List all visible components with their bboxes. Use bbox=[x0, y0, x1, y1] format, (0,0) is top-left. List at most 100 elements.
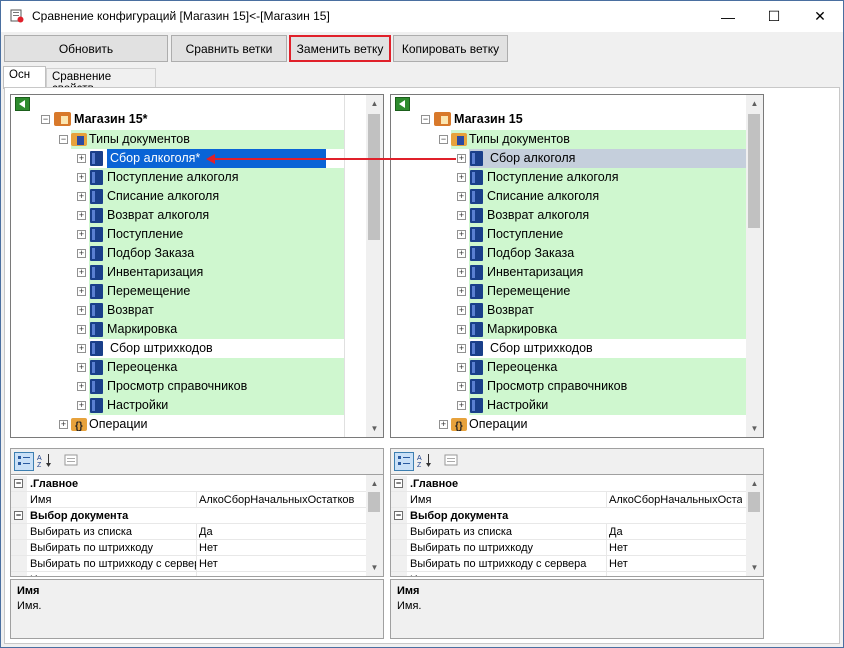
alphabetical-sort-button[interactable]: AZ bbox=[416, 452, 436, 471]
back-arrow-icon[interactable] bbox=[395, 97, 410, 111]
close-button[interactable]: ✕ bbox=[797, 1, 843, 32]
scroll-down-icon[interactable]: ▼ bbox=[746, 559, 763, 576]
maximize-button[interactable]: ☐ bbox=[751, 1, 797, 32]
property-value[interactable]: Да bbox=[609, 524, 742, 540]
property-value[interactable]: Нет bbox=[609, 540, 742, 556]
property-value[interactable]: Нет bbox=[609, 556, 742, 572]
tree-node-document-type[interactable]: + Маркировка bbox=[73, 320, 343, 339]
collapse-icon[interactable]: − bbox=[394, 479, 403, 488]
tree-node-document-type[interactable]: + Возврат алкоголя bbox=[453, 206, 723, 225]
expand-icon[interactable]: + bbox=[77, 382, 86, 391]
property-row[interactable]: Имя АлкоСборНачальныхОстатков bbox=[11, 492, 366, 508]
expand-icon[interactable]: + bbox=[457, 154, 466, 163]
property-category[interactable]: − .Главное bbox=[391, 476, 746, 492]
property-row[interactable]: Выбирать по штрихкоду с сервера Нет bbox=[11, 556, 366, 572]
property-pages-button[interactable] bbox=[442, 452, 462, 471]
tree-node-document-type[interactable]: + Возврат bbox=[73, 301, 343, 320]
collapse-icon[interactable]: − bbox=[14, 479, 23, 488]
tree-node-document-type[interactable]: + Сбор штрихкодов bbox=[453, 339, 723, 358]
expand-icon[interactable]: + bbox=[77, 363, 86, 372]
expand-icon[interactable]: + bbox=[457, 230, 466, 239]
expand-icon[interactable]: + bbox=[457, 382, 466, 391]
tree-node-document-type[interactable]: + Настройки bbox=[73, 396, 343, 415]
expand-icon[interactable]: + bbox=[457, 363, 466, 372]
expand-icon[interactable]: + bbox=[457, 192, 466, 201]
property-row[interactable]: Выбирать по штрихкоду Нет bbox=[11, 540, 366, 556]
expand-icon[interactable]: + bbox=[457, 211, 466, 220]
expand-icon[interactable]: + bbox=[77, 268, 86, 277]
right-property-grid[interactable]: −.ГлавноеИмяАлкоСборНачальныхОстатков−Вы… bbox=[390, 474, 764, 577]
expand-icon[interactable]: + bbox=[457, 325, 466, 334]
tree-node-document-type[interactable]: + Инвентаризация bbox=[453, 263, 723, 282]
tree-node-document-type[interactable]: + Подбор Заказа bbox=[73, 244, 343, 263]
scroll-thumb[interactable] bbox=[368, 492, 380, 512]
tree-node-document-type[interactable]: + Списание алкоголя bbox=[73, 187, 343, 206]
expand-icon[interactable]: + bbox=[77, 287, 86, 296]
scroll-up-icon[interactable]: ▲ bbox=[366, 95, 383, 112]
expand-icon[interactable]: + bbox=[77, 325, 86, 334]
expand-icon[interactable]: + bbox=[457, 344, 466, 353]
compare-branches-button[interactable]: Сравнить ветки bbox=[171, 35, 287, 62]
property-row[interactable]: Выбирать из списка Да bbox=[11, 524, 366, 540]
scroll-up-icon[interactable]: ▲ bbox=[746, 475, 763, 492]
right-tree[interactable]: − Магазин 15 − Типы документов + Сбор алк… bbox=[390, 94, 764, 438]
property-pages-button[interactable] bbox=[62, 452, 82, 471]
property-value[interactable]: Нет bbox=[199, 540, 362, 556]
collapse-icon[interactable]: − bbox=[421, 115, 430, 124]
tree-node-document-type[interactable]: + Списание алкоголя bbox=[453, 187, 723, 206]
property-row[interactable]: Имя колонки bbox=[11, 572, 366, 576]
expand-icon[interactable]: + bbox=[457, 287, 466, 296]
back-arrow-icon[interactable] bbox=[15, 97, 30, 111]
left-property-grid[interactable]: − .Главное Имя АлкоСборНачальныхОстатков − Вы… bbox=[10, 474, 384, 577]
expand-icon[interactable]: + bbox=[77, 211, 86, 220]
tree-root[interactable]: − Магазин 15* bbox=[37, 110, 357, 129]
tab-main[interactable]: Осн bbox=[3, 66, 46, 89]
tree-node-document-type[interactable]: + Переоценка bbox=[453, 358, 723, 377]
property-row[interactable]: Имя АлкоСборНачальныхОстатков bbox=[391, 492, 746, 508]
left-tree-scrollbar[interactable]: ▲ ▼ bbox=[366, 95, 383, 437]
expand-icon[interactable]: + bbox=[77, 173, 86, 182]
property-category[interactable]: − Выбор документа bbox=[391, 508, 746, 524]
property-row[interactable]: Выбирать по штрихкоду Нет bbox=[391, 540, 746, 556]
expand-icon[interactable]: + bbox=[77, 230, 86, 239]
tree-node-doc-types[interactable]: − Типы документов bbox=[55, 130, 335, 149]
collapse-icon[interactable]: − bbox=[59, 135, 68, 144]
expand-icon[interactable]: + bbox=[59, 420, 68, 429]
tree-node-document-type[interactable]: + Сбор алкоголя bbox=[453, 149, 723, 168]
refresh-button[interactable]: Обновить bbox=[4, 35, 168, 62]
tree-node-document-type[interactable]: + Просмотр справочников bbox=[453, 377, 723, 396]
collapse-icon[interactable]: − bbox=[14, 511, 23, 520]
tree-node-document-type[interactable]: + Подбор Заказа bbox=[453, 244, 723, 263]
property-row[interactable]: Выбирать из списка Да bbox=[391, 524, 746, 540]
property-value[interactable]: АлкоСборНачальныхОстатков bbox=[609, 492, 742, 508]
property-value[interactable]: Да bbox=[199, 524, 362, 540]
tree-node-document-type[interactable]: + Переоценка bbox=[73, 358, 343, 377]
expand-icon[interactable]: + bbox=[77, 344, 86, 353]
tree-node-operations[interactable]: + Операции bbox=[435, 415, 715, 436]
tree-node-document-type[interactable]: + Просмотр справочников bbox=[73, 377, 343, 396]
tree-node-document-type[interactable]: + Перемещение bbox=[73, 282, 343, 301]
right-props-scrollbar[interactable]: ▲ ▼ bbox=[746, 475, 763, 576]
scroll-down-icon[interactable]: ▼ bbox=[366, 420, 383, 437]
tree-node-document-type[interactable]: + Поступление алкоголя bbox=[73, 168, 343, 187]
tree-node-document-type[interactable]: + Поступление bbox=[453, 225, 723, 244]
expand-icon[interactable]: + bbox=[457, 306, 466, 315]
left-props-scrollbar[interactable]: ▲ ▼ bbox=[366, 475, 383, 576]
property-category[interactable]: − Выбор документа bbox=[11, 508, 366, 524]
collapse-icon[interactable]: − bbox=[394, 511, 403, 520]
collapse-icon[interactable]: − bbox=[41, 115, 50, 124]
expand-icon[interactable]: + bbox=[77, 154, 86, 163]
tree-node-document-type[interactable]: + Настройки bbox=[453, 396, 723, 415]
tree-node-document-type[interactable]: + Перемещение bbox=[453, 282, 723, 301]
scroll-thumb[interactable] bbox=[748, 492, 760, 512]
property-category[interactable]: − .Главное bbox=[11, 476, 366, 492]
expand-icon[interactable]: + bbox=[77, 401, 86, 410]
scroll-thumb[interactable] bbox=[748, 114, 760, 228]
expand-icon[interactable]: + bbox=[457, 173, 466, 182]
tree-node-document-type[interactable]: + Поступление алкоголя bbox=[453, 168, 723, 187]
tree-node-document-type[interactable]: + Инвентаризация bbox=[73, 263, 343, 282]
expand-icon[interactable]: + bbox=[457, 268, 466, 277]
left-tree[interactable]: − Магазин 15* − Типы документов + Сбор ал… bbox=[10, 94, 384, 438]
expand-icon[interactable]: + bbox=[457, 401, 466, 410]
expand-icon[interactable]: + bbox=[457, 249, 466, 258]
